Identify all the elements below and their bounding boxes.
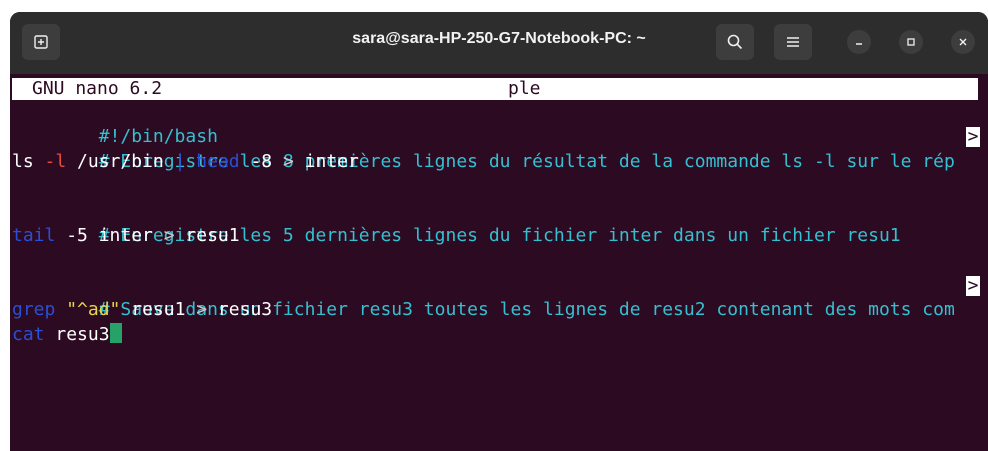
editor-line: # Sauve dans un fichier resu3 toutes les… — [12, 274, 980, 320]
editor-line: # Enregistre les 8 premières lignes du r… — [12, 125, 980, 172]
maximize-button[interactable] — [899, 30, 923, 54]
editor-buffer[interactable]: #!/bin/bash # Enregistre les 8 premières… — [12, 100, 980, 348]
code-token: grep — [12, 299, 56, 321]
editor-line: # Enregistre les 5 dernières lignes du f… — [12, 199, 955, 246]
code-token: | — [174, 150, 186, 172]
text-cursor — [109, 323, 122, 344]
code-token: resu1 — [174, 224, 240, 246]
editor-line: cat resu3 — [12, 323, 955, 348]
minimize-icon — [856, 43, 862, 45]
title-bar: sara@sara-HP-250-G7-Notebook-PC: ~ — [10, 12, 988, 74]
code-token: > — [163, 224, 175, 246]
close-button[interactable] — [951, 30, 975, 54]
code-token: -8 — [239, 150, 283, 172]
menu-button[interactable] — [774, 24, 812, 60]
search-button[interactable] — [716, 24, 754, 60]
code-token: -5 inter — [55, 224, 164, 246]
hamburger-menu-icon — [787, 37, 799, 47]
code-token: cat — [12, 324, 45, 346]
minimize-button[interactable] — [847, 30, 871, 54]
line-truncation-marker: > — [966, 125, 980, 147]
code-token: /usr/bin — [66, 150, 175, 172]
nano-header-bar: GNU nano 6.2 ple — [12, 78, 978, 100]
code-token: resu3 — [44, 324, 110, 346]
editor-line: #!/bin/bash — [12, 100, 955, 147]
window-title: sara@sara-HP-250-G7-Notebook-PC: ~ — [352, 30, 646, 47]
editor-line: tail -5 inter > resu1 — [12, 224, 955, 249]
editor-line: grep "^ad" resu1 > resu3 — [12, 298, 955, 323]
code-token: resu3 — [207, 299, 273, 321]
code-token: head — [196, 150, 240, 172]
code-token: resu1 — [120, 299, 197, 321]
search-icon — [727, 34, 743, 50]
line-truncation-marker: > — [966, 274, 980, 296]
editor-line-empty — [12, 249, 955, 274]
close-icon — [959, 38, 967, 46]
terminal-window: sara@sara-HP-250-G7-Notebook-PC: ~ GNU n… — [10, 12, 988, 451]
code-token: > — [282, 150, 294, 172]
terminal-area[interactable]: GNU nano 6.2 ple #!/bin/bash # Enregistr… — [10, 74, 988, 451]
nano-version: GNU nano 6.2 — [32, 78, 163, 99]
code-token: "^ad" — [66, 299, 121, 321]
editor-line-empty — [12, 174, 955, 199]
code-token: inter — [293, 150, 359, 172]
code-token: ls — [12, 150, 45, 172]
editor-line: ls -l /usr/bin | head -8 > inter — [12, 150, 955, 175]
code-token: > — [196, 299, 208, 321]
maximize-icon — [907, 38, 915, 46]
nano-filename: ple — [508, 78, 541, 99]
code-token: tail — [12, 224, 56, 246]
code-token: -l — [44, 150, 67, 172]
